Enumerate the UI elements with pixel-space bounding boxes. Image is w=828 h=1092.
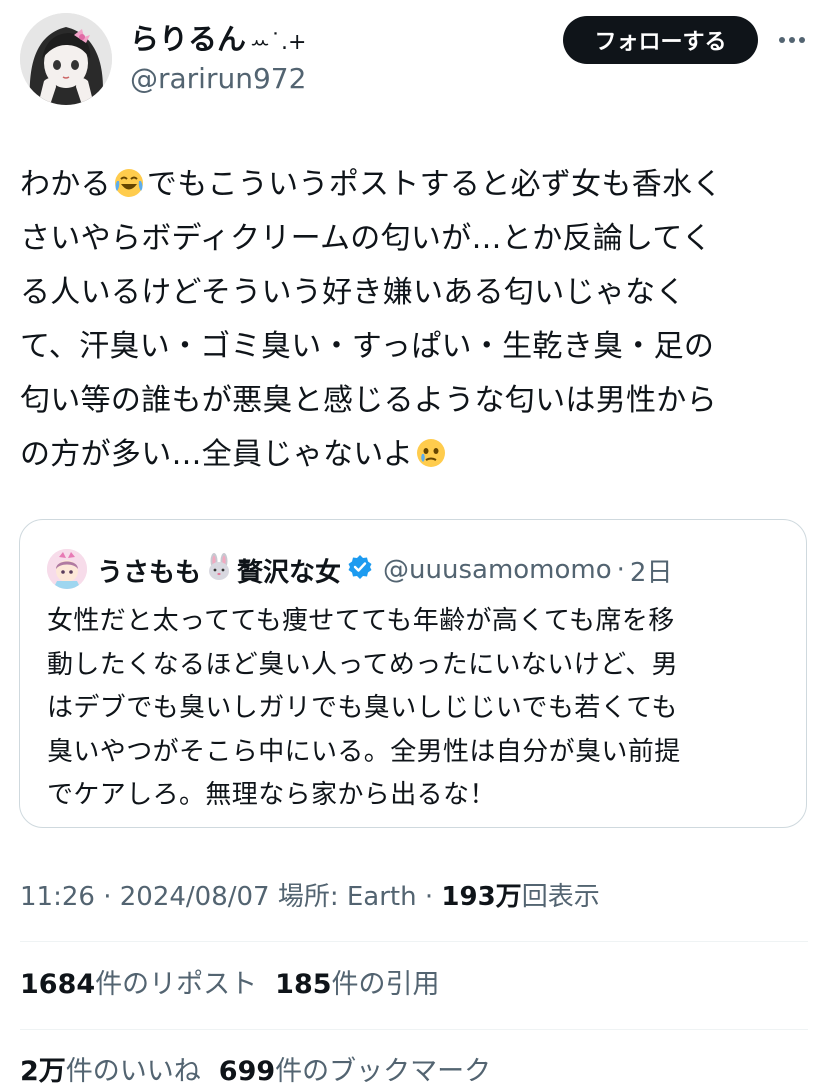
- bookmarks-stat[interactable]: 699件のブックマーク: [219, 1056, 509, 1087]
- tweet-line: 匂い等の誰もが悪臭と感じるような匂いは男性から: [20, 383, 717, 418]
- tweet-text: わかる でもこういうポストすると必ず女も香水く さいやらボディクリームの匂いが…と…: [20, 158, 812, 482]
- stats-row-reposts: 1684件のリポスト 185件の引用: [20, 965, 458, 1005]
- tweet-header: らりるん ꕀ˙.+ @rarirun972 フォローする: [0, 0, 828, 120]
- tweet-meta: 11:26 · 2024/08/07 場所: Earth · 193万回表示: [20, 878, 600, 916]
- quoted-text: 女性だと太ってても痩せてても年齢が高くても席を移 動したくなるほど臭い人ってめっ…: [47, 600, 787, 818]
- meta-separator: ·: [103, 882, 112, 912]
- views-count: 193万: [441, 882, 522, 912]
- quoted-header: うさもも 贅沢な女 @uuusamomomo · 2日: [97, 550, 672, 590]
- tweet-line: の方が多い…全員じゃないよ: [20, 428, 812, 482]
- divider: [20, 941, 808, 942]
- author-handle[interactable]: @rarirun972: [130, 62, 306, 96]
- quotes-count: 185: [275, 969, 332, 1000]
- likes-stat[interactable]: 2万件のいいね: [20, 1056, 219, 1087]
- quoted-line: 臭いやつがそこら中にいる。全男性は自分が臭い前提: [47, 736, 681, 767]
- bookmarks-count: 699: [218, 1056, 276, 1087]
- quotes-stat[interactable]: 185件の引用: [275, 969, 457, 1000]
- quoted-tweet[interactable]: うさもも 贅沢な女 @uuusamomomo · 2日 女性だと太ってても痩せて…: [19, 519, 807, 828]
- quoted-name-suffix[interactable]: 贅沢な女: [237, 552, 341, 589]
- views-label: 回表示: [521, 882, 600, 912]
- author-display-name[interactable]: らりるん ꕀ˙.+: [130, 22, 306, 60]
- follow-button[interactable]: フォローする: [563, 16, 758, 64]
- verified-badge-icon: [347, 554, 373, 587]
- quoted-line: 女性だと太ってても痩せてても年齢が高くても席を移: [47, 606, 675, 636]
- quoted-timestamp[interactable]: 2日: [630, 552, 673, 589]
- bookmarks-label: 件のブックマーク: [275, 1056, 492, 1087]
- tweet-date[interactable]: 2024/08/07: [120, 882, 270, 912]
- quoted-line: でケアしろ。無理なら家から出るな！: [47, 780, 496, 810]
- tweet-line: さいやらボディクリームの匂いが…とか反論してく: [20, 221, 713, 256]
- tweet-line: る人いるけどそういう好き嫌いある匂いじゃなく: [20, 275, 686, 310]
- joy-emoji-icon: [113, 163, 145, 217]
- reposts-label: 件のリポスト: [95, 969, 258, 1000]
- quoted-separator: ·: [616, 555, 625, 585]
- tweet-time[interactable]: 11:26: [20, 882, 95, 912]
- tweet-line: て、汗臭い・ゴミ臭い・すっぱい・生乾き臭・足の: [20, 329, 715, 364]
- meta-separator: ·: [424, 882, 434, 912]
- quoted-handle[interactable]: @uuusamomomo: [383, 555, 612, 585]
- author-avatar[interactable]: [20, 13, 112, 105]
- quoted-line: はデブでも臭いしガリでも臭いしじじいでも若くても: [47, 693, 678, 723]
- reposts-stat[interactable]: 1684件のリポスト: [20, 969, 275, 1000]
- more-options-icon[interactable]: [772, 24, 812, 56]
- quotes-label: 件の引用: [331, 969, 440, 1000]
- likes-label: 件のいいね: [65, 1056, 201, 1087]
- quoted-author-avatar[interactable]: [47, 549, 87, 589]
- rabbit-face-icon: [205, 552, 233, 588]
- tweet-line: わかる でもこういうポストすると必ず女も香水く: [20, 158, 812, 212]
- likes-count: 2万: [20, 1056, 66, 1087]
- holding-back-tears-emoji-icon: [415, 433, 447, 487]
- quoted-display-name[interactable]: うさもも: [97, 552, 201, 589]
- quoted-line: 動したくなるほど臭い人ってめったにいないけど、男: [47, 649, 679, 680]
- reposts-count: 1684: [20, 969, 96, 1000]
- name-decoration: ꕀ˙.+: [250, 30, 307, 55]
- tweet-location: 場所: Earth: [277, 882, 417, 912]
- divider: [20, 1029, 808, 1030]
- stats-row-likes: 2万件のいいね 699件のブックマーク: [20, 1052, 509, 1092]
